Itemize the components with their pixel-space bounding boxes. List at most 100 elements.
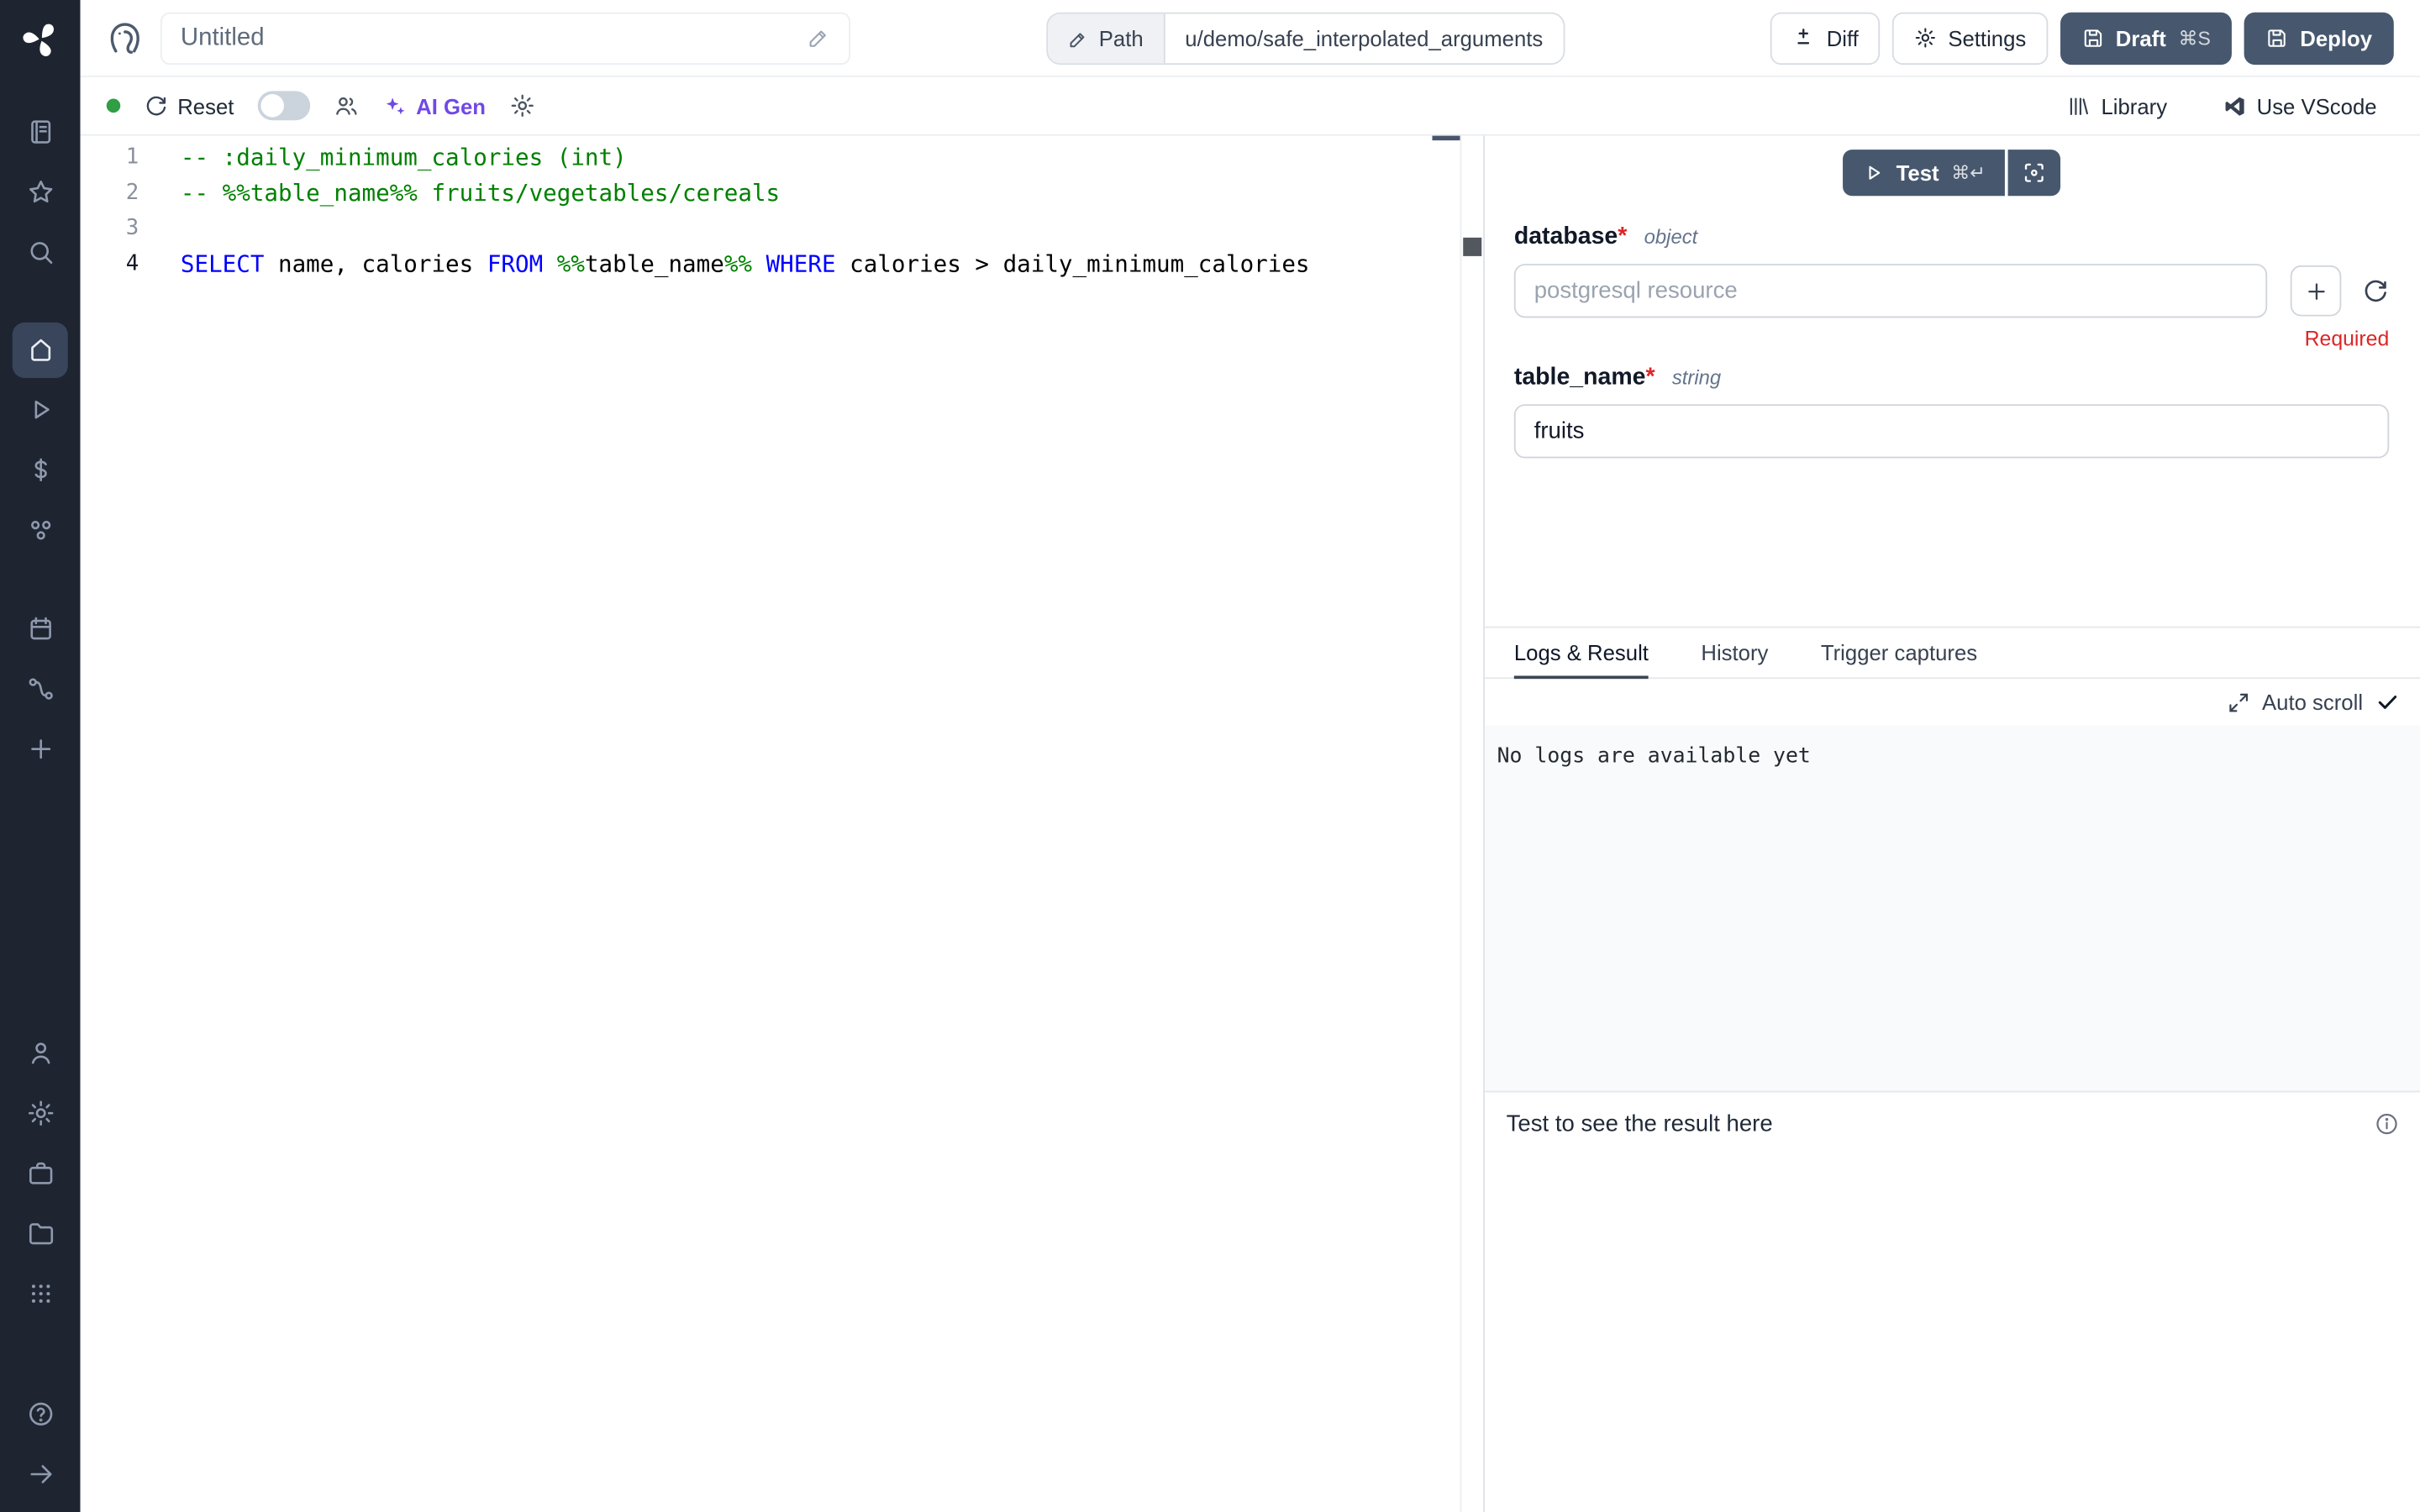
play-icon (25, 395, 55, 424)
header-actions: Diff Settings Draft ⌘S (1771, 12, 2394, 64)
script-title: Untitled (181, 24, 808, 51)
calendar-icon (25, 613, 55, 643)
script-title-input[interactable]: Untitled (160, 12, 850, 64)
reset-button[interactable]: Reset (144, 93, 234, 118)
auto-scroll-label[interactable]: Auto scroll (2262, 690, 2363, 714)
watch-mode-button[interactable] (2008, 150, 2060, 196)
panel-tabs: Logs & Result History Trigger captures (1485, 627, 2420, 679)
draft-button[interactable]: Draft ⌘S (2060, 12, 2233, 64)
star-icon (25, 176, 55, 206)
refresh-icon (144, 93, 168, 118)
right-panel: Test ⌘↵ database* (1483, 136, 2420, 1512)
sidebar-item-search[interactable] (13, 223, 68, 279)
logs-empty-text: No logs are available yet (1497, 743, 1811, 768)
grid-icon (25, 1279, 55, 1309)
path-group[interactable]: Path u/demo/safe_interpolated_arguments (1046, 13, 1565, 65)
ai-gen-button[interactable]: AI Gen (382, 93, 486, 118)
status-dot (107, 99, 121, 113)
line-number: 1 (81, 140, 181, 176)
database-input-row (1514, 264, 2389, 318)
add-resource-button[interactable] (2291, 265, 2342, 317)
test-button-group: Test ⌘↵ (1842, 150, 2060, 196)
draft-button-label: Draft (2116, 25, 2166, 50)
field-type-table-name: string (1672, 365, 1721, 389)
sidebar-item-account[interactable] (13, 1026, 68, 1081)
database-input[interactable] (1514, 264, 2267, 318)
code-line[interactable] (181, 212, 1460, 247)
dollar-icon (25, 455, 55, 485)
sidebar-item-docs[interactable] (13, 103, 68, 159)
deploy-button-label: Deploy (2300, 25, 2372, 50)
sidebar-item-variables[interactable] (13, 442, 68, 497)
gear-icon (509, 92, 535, 118)
editor-resize-grip[interactable] (1432, 136, 1460, 141)
test-row: Test ⌘↵ (1514, 150, 2389, 196)
sidebar (0, 0, 81, 1512)
library-button[interactable]: Library (2067, 93, 2167, 118)
check-icon[interactable] (2375, 690, 2400, 714)
sidebar-item-folders[interactable] (13, 1205, 68, 1261)
deploy-button[interactable]: Deploy (2244, 12, 2394, 64)
editor-scrollbar[interactable] (1460, 136, 1484, 1512)
user-icon (25, 1038, 55, 1068)
params-section: Test ⌘↵ database* (1485, 136, 2420, 627)
code-editor[interactable]: 1234 -- :daily_minimum_calories (int)-- … (81, 136, 1460, 1512)
sidebar-item-resources[interactable] (13, 502, 68, 558)
windmill-logo[interactable] (0, 0, 81, 77)
sidebar-collapse-toggle[interactable] (13, 1446, 68, 1501)
tab-trigger-captures[interactable]: Trigger captures (1821, 628, 1977, 680)
settings-button[interactable]: Settings (1892, 12, 2048, 64)
field-name-table-name: table_name (1514, 364, 1646, 391)
tab-history[interactable]: History (1701, 628, 1768, 680)
library-icon (2067, 93, 2091, 118)
code-line[interactable]: -- :daily_minimum_calories (int) (181, 140, 1460, 176)
diff-button[interactable]: Diff (1771, 12, 1881, 64)
code-line[interactable]: -- %%table_name%% fruits/vegetables/cere… (181, 176, 1460, 211)
sidebar-item-workers[interactable] (13, 1146, 68, 1201)
info-icon[interactable] (2374, 1110, 2400, 1137)
plus-icon (2303, 279, 2328, 303)
diff-button-label: Diff (1827, 25, 1859, 50)
logs-area: No logs are available yet (1485, 725, 2420, 1090)
test-button[interactable]: Test ⌘↵ (1842, 150, 2005, 196)
collab-toggle[interactable] (257, 91, 309, 120)
use-vscode-button[interactable]: Use VScode (2223, 93, 2376, 118)
expand-logs-button[interactable] (2227, 690, 2250, 714)
field-label-database: database* object (1514, 223, 2389, 251)
pencil-icon[interactable] (808, 26, 831, 50)
content-row: 1234 -- :daily_minimum_calories (int)-- … (81, 136, 2420, 1512)
refresh-resources-button[interactable] (2361, 277, 2389, 305)
collaborators-button[interactable] (333, 92, 359, 118)
sidebar-item-favorites[interactable] (13, 164, 68, 219)
maximize-icon (2227, 690, 2250, 714)
help-icon (25, 1399, 55, 1428)
path-label-text: Path (1099, 26, 1144, 50)
required-star: * (1646, 364, 1655, 391)
sidebar-item-add[interactable] (13, 721, 68, 776)
sidebar-item-apps[interactable] (13, 1266, 68, 1321)
sidebar-item-help[interactable] (13, 1385, 68, 1441)
folder-icon (25, 1219, 55, 1248)
code-line[interactable]: SELECT name, calories FROM %%table_name%… (181, 247, 1460, 282)
sidebar-item-home[interactable] (13, 322, 68, 377)
sidebar-item-schedules[interactable] (13, 600, 68, 655)
vscode-icon (2223, 93, 2247, 118)
reset-button-label: Reset (177, 93, 234, 118)
refresh-icon (2361, 277, 2389, 305)
briefcase-icon (25, 1158, 55, 1188)
sparkles-icon (382, 93, 407, 118)
table-name-input[interactable] (1514, 404, 2389, 458)
book-icon (25, 117, 55, 146)
test-button-label: Test (1897, 160, 1939, 185)
sidebar-item-flows[interactable] (13, 660, 68, 716)
editor-settings-button[interactable] (509, 92, 535, 118)
tab-logs-result[interactable]: Logs & Result (1514, 628, 1649, 680)
code-lines[interactable]: -- :daily_minimum_calories (int)-- %%tab… (181, 136, 1460, 1512)
sidebar-item-settings[interactable] (13, 1085, 68, 1141)
required-note: Required (1514, 327, 2389, 350)
sidebar-item-runs[interactable] (13, 382, 68, 438)
scrollbar-thumb[interactable] (1463, 238, 1481, 256)
path-value[interactable]: u/demo/safe_interpolated_arguments (1165, 14, 1563, 64)
save-icon (2266, 26, 2290, 50)
home-icon (25, 335, 55, 365)
